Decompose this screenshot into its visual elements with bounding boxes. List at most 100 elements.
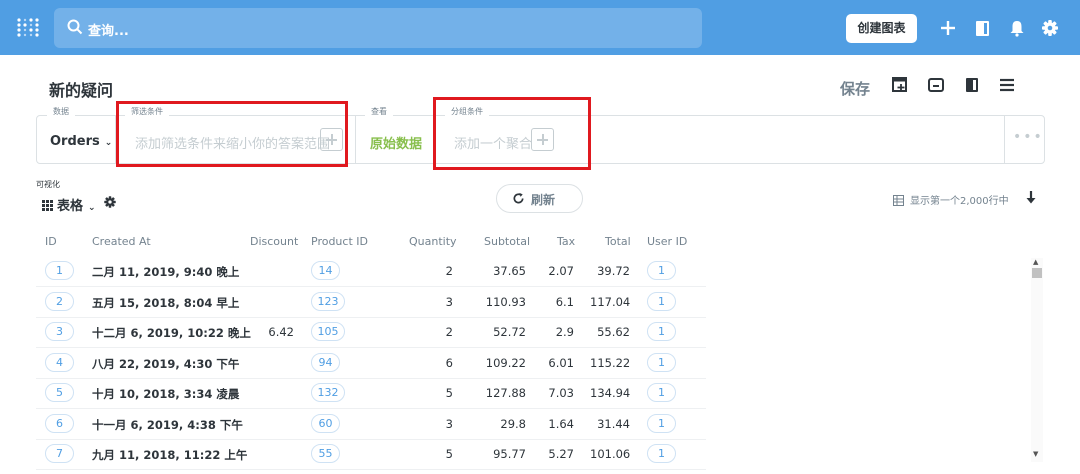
table-row: 2 五月 15, 2018, 8:04 早上 123 3 110.93 6.1 117.04… (0, 287, 1080, 318)
visualization-select[interactable]: 表格 ⌄ (42, 195, 96, 214)
view-raw-data[interactable]: 原始数据 (370, 133, 422, 152)
table-row: 6 十一月 6, 2019, 4:38 下午 60 3 29.8 1.64 31.44 1 (0, 409, 1080, 440)
more-options-icon[interactable]: ••• (1013, 129, 1044, 145)
product-id-pill[interactable]: 123 (311, 291, 345, 311)
metabase-logo-icon[interactable] (16, 17, 40, 39)
id-pill[interactable]: 1 (45, 261, 74, 280)
data-source-value: Orders (50, 134, 100, 149)
column-header[interactable]: Discount (250, 235, 298, 248)
create-chart-button[interactable]: 创建图表 (846, 14, 917, 43)
refresh-button[interactable]: 刷新 (496, 184, 583, 213)
total-cell: 101.06 (590, 447, 631, 461)
row-divider (36, 469, 706, 470)
menu-icon[interactable] (998, 76, 1016, 94)
total-cell: 115.22 (590, 355, 631, 370)
search-placeholder: 查询... (88, 24, 129, 39)
notebook-icon[interactable] (972, 17, 994, 39)
discount-cell: 6.42 (268, 325, 294, 339)
id-pill[interactable]: 2 (45, 291, 74, 311)
quantity-cell: 2 (445, 325, 453, 339)
product-id-pill[interactable]: 105 (311, 322, 345, 341)
user-id-pill[interactable]: 1 (647, 352, 676, 372)
chevron-down-icon: ⌄ (88, 203, 96, 213)
top-navbar: 查询... 创建图表 (0, 0, 1080, 55)
total-cell: 117.04 (590, 294, 631, 309)
data-source-select[interactable]: Orders ⌄ (50, 134, 112, 149)
created-at-cell: 十一月 6, 2019, 4:38 下午 (92, 417, 243, 432)
chevron-down-icon: ⌄ (104, 138, 113, 148)
column-header[interactable]: ID (45, 235, 57, 248)
table-row: 5 十月 10, 2018, 3:34 凌晨 132 5 127.88 7.03 134.9… (0, 378, 1080, 409)
scrollbar-thumb[interactable] (1032, 268, 1042, 278)
column-header[interactable]: User ID (647, 235, 687, 248)
subtotal-cell: 109.22 (485, 355, 526, 370)
notebook-editor-icon[interactable] (963, 76, 981, 94)
refresh-label: 刷新 (531, 193, 556, 207)
scroll-down-arrow-icon[interactable]: ▼ (1033, 450, 1038, 458)
search-bar[interactable]: 查询... (54, 8, 702, 48)
tax-cell: 1.64 (548, 416, 574, 431)
tax-cell: 2.07 (548, 264, 574, 278)
product-id-pill[interactable]: 132 (311, 383, 345, 402)
tax-cell: 6.1 (555, 294, 574, 309)
product-id-pill[interactable]: 55 (311, 444, 340, 463)
user-id-pill[interactable]: 1 (647, 322, 676, 341)
vertical-scrollbar[interactable] (1031, 258, 1043, 462)
user-id-pill[interactable]: 1 (647, 261, 676, 280)
product-id-pill[interactable]: 94 (311, 352, 340, 372)
quantity-cell: 5 (445, 386, 453, 400)
created-at-cell: 八月 22, 2019, 4:30 下午 (92, 356, 240, 371)
quantity-cell: 6 (445, 355, 453, 370)
save-button[interactable]: 保存 (840, 78, 870, 99)
page-title: 新的疑问 (49, 81, 114, 100)
table-icon (893, 195, 904, 206)
user-id-pill[interactable]: 1 (647, 444, 676, 463)
created-at-cell: 二月 11, 2019, 9:40 晚上 (92, 265, 240, 279)
subtotal-cell: 52.72 (493, 325, 526, 339)
column-header[interactable]: Created At (92, 235, 151, 248)
user-id-pill[interactable]: 1 (647, 383, 676, 402)
column-header[interactable]: Total (605, 235, 631, 248)
download-icon[interactable] (1024, 190, 1038, 206)
product-id-pill[interactable]: 14 (311, 261, 340, 280)
product-id-pill[interactable]: 60 (311, 413, 340, 433)
bell-icon[interactable] (1006, 17, 1028, 39)
table-grid-icon (42, 200, 53, 211)
user-id-pill[interactable]: 1 (647, 413, 676, 433)
id-pill[interactable]: 4 (45, 352, 74, 372)
table-row: 3 十二月 6, 2019, 10:22 晚上 6.42 105 2 52.72 2.9 55… (0, 317, 1080, 348)
tax-cell: 5.27 (548, 447, 574, 461)
total-cell: 39.72 (597, 264, 630, 278)
quantity-cell: 5 (445, 447, 453, 461)
id-pill[interactable]: 5 (45, 383, 74, 402)
column-header[interactable]: Product ID (311, 235, 368, 248)
quantity-cell: 3 (445, 294, 453, 309)
tax-cell: 2.9 (555, 325, 574, 339)
table-row: 1 二月 11, 2019, 9:40 晚上 14 2 37.65 2.07 39.72 1 (0, 256, 1080, 287)
subtotal-cell: 127.88 (485, 386, 526, 400)
subtotal-cell: 95.77 (493, 447, 526, 461)
total-cell: 134.94 (590, 386, 631, 400)
column-header[interactable]: Subtotal (484, 235, 530, 248)
scroll-up-arrow-icon[interactable]: ▲ (1033, 258, 1038, 266)
id-pill[interactable]: 7 (45, 444, 74, 463)
created-at-cell: 五月 15, 2018, 8:04 早上 (92, 295, 240, 310)
gear-icon[interactable] (1039, 17, 1061, 39)
id-pill[interactable]: 3 (45, 322, 74, 341)
plus-icon[interactable] (937, 17, 959, 39)
view-label: 查看 (365, 106, 393, 117)
data-label: 数据 (47, 106, 75, 117)
viz-settings-gear-icon[interactable] (103, 195, 117, 209)
column-header[interactable]: Quantity (409, 235, 457, 248)
subtotal-cell: 110.93 (485, 294, 526, 309)
sql-editor-icon[interactable] (927, 76, 945, 94)
user-id-pill[interactable]: 1 (647, 291, 676, 311)
subtotal-cell: 37.65 (493, 264, 526, 278)
add-to-dashboard-icon[interactable] (891, 76, 909, 94)
divider (1004, 116, 1005, 163)
tax-cell: 6.01 (548, 355, 574, 370)
total-cell: 31.44 (597, 416, 630, 431)
id-pill[interactable]: 6 (45, 413, 74, 433)
column-header[interactable]: Tax (557, 235, 575, 248)
row-count: 显示第一个2,000行中 (893, 192, 1009, 207)
